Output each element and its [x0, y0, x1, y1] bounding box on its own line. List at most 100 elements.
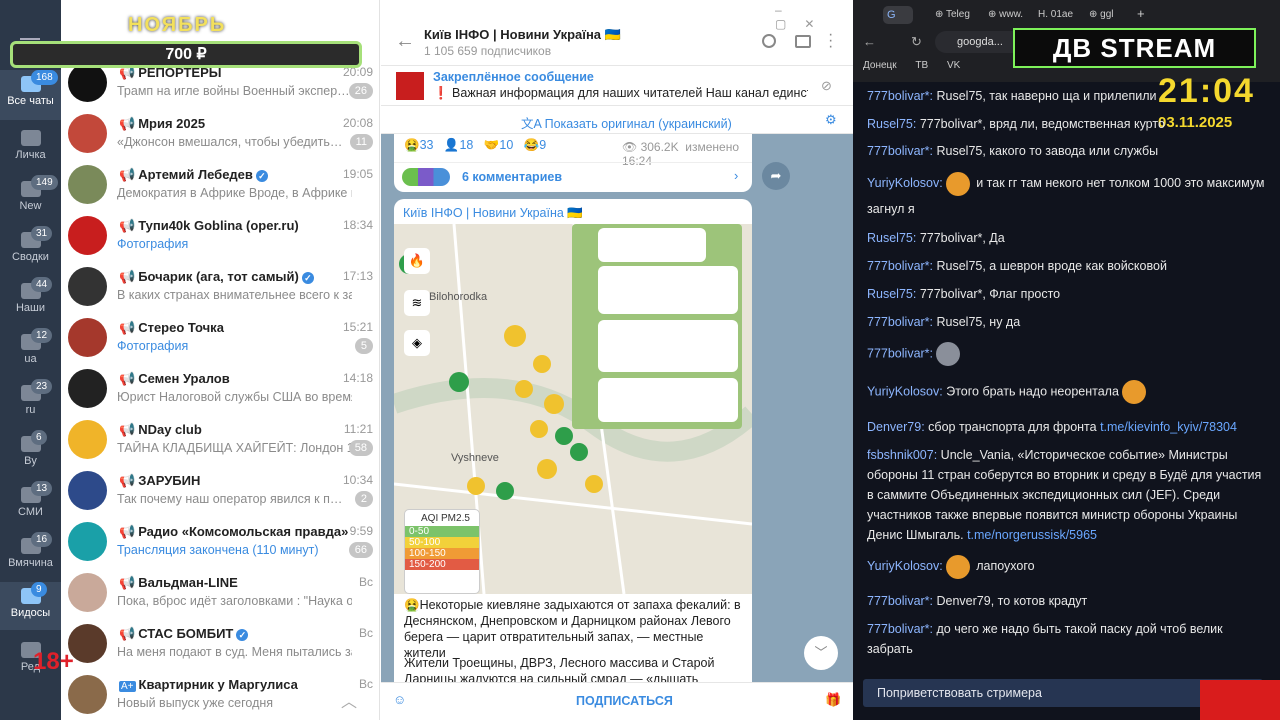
- chat-user[interactable]: 777bolivar*:: [867, 89, 933, 103]
- browser-tab[interactable]: G: [883, 6, 913, 24]
- reaction-chip[interactable]: 👤18: [444, 138, 473, 152]
- more-menu-icon[interactable]: · · ·: [828, 27, 833, 55]
- map-tool-layers-icon[interactable]: ◈: [404, 330, 430, 356]
- chat-user[interactable]: YuriyKolosov:: [867, 384, 943, 398]
- share-button[interactable]: ➦: [762, 162, 790, 190]
- folder-svodki[interactable]: 31 Сводки: [0, 226, 61, 276]
- emote-icon: [945, 554, 970, 579]
- folder-ru[interactable]: 23 ru: [0, 379, 61, 429]
- browser-tab[interactable]: H. 01ae: [1038, 9, 1073, 20]
- gift-icon[interactable]: 🎁: [825, 692, 841, 708]
- chat-item-mriya[interactable]: 📢 Мрия 2025 20:08 «Джонсон вмешался, чтоб…: [61, 111, 379, 162]
- chat-preview: Так почему наш оператор явился к п…: [117, 492, 343, 506]
- folder-all-chats[interactable]: 168 Все чаты: [0, 70, 61, 120]
- comments-button[interactable]: 6 комментариев ›: [394, 162, 752, 192]
- pinned-message-bar[interactable]: Закреплённое сообщение ❗ Важная информац…: [381, 66, 853, 106]
- browser-tab[interactable]: ⊕ www.: [988, 9, 1023, 20]
- reaction-chip[interactable]: 🤮33: [404, 138, 433, 152]
- avatar: [68, 420, 107, 459]
- chat-time: 10:34: [342, 473, 373, 487]
- avatar: [68, 573, 107, 612]
- reaction-chip[interactable]: 😂9: [524, 138, 547, 152]
- reaction-chip[interactable]: 🤝10: [484, 138, 513, 152]
- post-author[interactable]: Київ ІНФО | Новини Україна 🇺🇦: [403, 206, 583, 221]
- chat-user[interactable]: YuriyKolosov:: [867, 176, 943, 190]
- chat-user[interactable]: 777bolivar*:: [867, 622, 933, 636]
- chat-item-nday[interactable]: 📢 NDay club 11:21 ТАЙНА КЛАДБИЩА ХАЙГЕЙТ:…: [61, 417, 379, 468]
- new-tab-button[interactable]: +: [1137, 6, 1145, 21]
- address-bar[interactable]: googda...: [935, 31, 1025, 53]
- h-site-icon: H.: [1038, 9, 1051, 20]
- comments-count: 6 комментариев: [462, 170, 563, 184]
- folder-lichka[interactable]: Личка: [0, 124, 61, 174]
- chat-user[interactable]: 777bolivar*:: [867, 259, 933, 273]
- folder-new[interactable]: 149 New: [0, 175, 61, 225]
- chat-user[interactable]: 777bolivar*:: [867, 315, 933, 329]
- browser-tab[interactable]: ⊕ ggl: [1089, 9, 1114, 20]
- chat-item-margulis[interactable]: A+ Квартирник у Маргулиса Вс Новый выпуск…: [61, 672, 379, 720]
- folder-label: СМИ: [18, 506, 43, 518]
- chat-item-uralov[interactable]: 📢 Семен Уралов 14:18 Юрист Налоговой служ…: [61, 366, 379, 417]
- chat-time: 14:18: [342, 371, 373, 385]
- chat-text: Rusel75, а шеврон вроде как войсковой: [933, 259, 1167, 273]
- chat-user[interactable]: Rusel75:: [867, 287, 916, 301]
- folder-nashi[interactable]: 44 Наши: [0, 277, 61, 327]
- map-tool-flame-icon[interactable]: 🔥: [404, 248, 430, 274]
- chat-time: Вс: [358, 626, 373, 640]
- chat-item-kp-radio[interactable]: 📢 Радио «Комсомольская правда» 9:59 Транс…: [61, 519, 379, 570]
- chat-message: Rusel75: 777bolivar*, Да: [867, 228, 1267, 248]
- translate-settings-icon[interactable]: ⚙: [825, 112, 837, 128]
- folder-ua[interactable]: 12 ua: [0, 328, 61, 378]
- chat-link[interactable]: t.me/kievinfo_kyiv/78304: [1100, 420, 1237, 434]
- chat-item-lebedev[interactable]: 📢 Артемий Лебедев ✓ 19:05 Демократия в Афр…: [61, 162, 379, 213]
- search-icon[interactable]: [762, 34, 776, 48]
- channel-title[interactable]: Київ ІНФО | Новини Україна 🇺🇦: [424, 27, 621, 43]
- chat-item-stas[interactable]: 📢 СТАС БОМБИТ ✓ Вс На меня подают в суд. М…: [61, 621, 379, 672]
- reload-icon[interactable]: ↻: [911, 34, 922, 50]
- chat-item-zarubin[interactable]: 📢 ЗАРУБИН 10:34 Так почему наш оператор я…: [61, 468, 379, 519]
- chat-item-goblina[interactable]: 📢 Тупи40k Goblina (oper.ru) 18:34 Фотогра…: [61, 213, 379, 264]
- post-image-map[interactable]: 🔥 ≋ ◈ Vyshneve Bilohorodka AQI PM2.5 0-5…: [394, 223, 752, 595]
- reaction-icon: 👤: [443, 138, 460, 152]
- folder-by[interactable]: 6 By: [0, 430, 61, 480]
- folder-smi[interactable]: 13 СМИ: [0, 481, 61, 531]
- bookmark[interactable]: Донецк: [863, 60, 897, 71]
- avatar: [68, 675, 107, 714]
- avatar: [68, 624, 107, 663]
- chat-item-stereo[interactable]: 📢 Стерео Точка 15:21 Фотография 5: [61, 315, 379, 366]
- bookmark[interactable]: ТВ: [915, 60, 928, 71]
- chat-item-bocharik[interactable]: 📢 Бочарик (ага, тот самый) ✓ 17:13 В каких…: [61, 264, 379, 315]
- verified-icon: ✓: [255, 170, 268, 182]
- emoji-icon[interactable]: ☺: [393, 692, 406, 707]
- back-arrow-icon[interactable]: ←: [395, 30, 415, 53]
- translate-bar[interactable]: 文A Показать оригинал (украинский) ⚙: [381, 106, 853, 134]
- chat-user[interactable]: fsbshnik007:: [867, 448, 937, 462]
- chat-user[interactable]: Rusel75:: [867, 231, 916, 245]
- back-icon[interactable]: ←: [863, 34, 876, 49]
- chat-time: 19:05: [342, 167, 373, 181]
- folder-vmyachina[interactable]: 16 Вмячина: [0, 532, 61, 582]
- channel-header: ← Київ ІНФО | Новини Україна 🇺🇦 1 105 65…: [381, 0, 853, 66]
- chat-user[interactable]: 777bolivar*:: [867, 346, 933, 360]
- scroll-up-button[interactable]: ︿: [337, 688, 361, 711]
- chat-item-valdman[interactable]: 📢 Вальдман-LINE Вс Пока, вброс идёт загол…: [61, 570, 379, 621]
- chat-user[interactable]: 777bolivar*:: [867, 144, 933, 158]
- map-tool-wind-icon[interactable]: ≋: [404, 290, 430, 316]
- avatar: [68, 522, 107, 561]
- bookmark[interactable]: VK: [947, 60, 960, 71]
- chat-user[interactable]: Denver79:: [867, 420, 925, 434]
- folder-vidosy[interactable]: 9 Видосы: [0, 582, 61, 630]
- sidebar-toggle-icon[interactable]: [795, 35, 811, 48]
- avatar: [68, 165, 107, 204]
- chat-user[interactable]: 777bolivar*:: [867, 594, 933, 608]
- chat-text: Этого брать надо неорентала: [942, 384, 1119, 399]
- channel-icon: 📢: [119, 320, 136, 335]
- chat-user[interactable]: YuriyKolosov:: [867, 559, 943, 573]
- chat-user[interactable]: Rusel75:: [867, 117, 916, 131]
- unread-badge: 2: [354, 491, 373, 507]
- unpin-icon[interactable]: ⊘: [821, 78, 832, 94]
- scroll-down-button[interactable]: ﹀: [804, 636, 838, 670]
- subscribe-button[interactable]: ПОДПИСАТЬСЯ: [576, 694, 673, 708]
- browser-tab[interactable]: ⊕ Teleg: [935, 9, 970, 20]
- chat-link[interactable]: t.me/norgerussisk/5965: [967, 528, 1097, 542]
